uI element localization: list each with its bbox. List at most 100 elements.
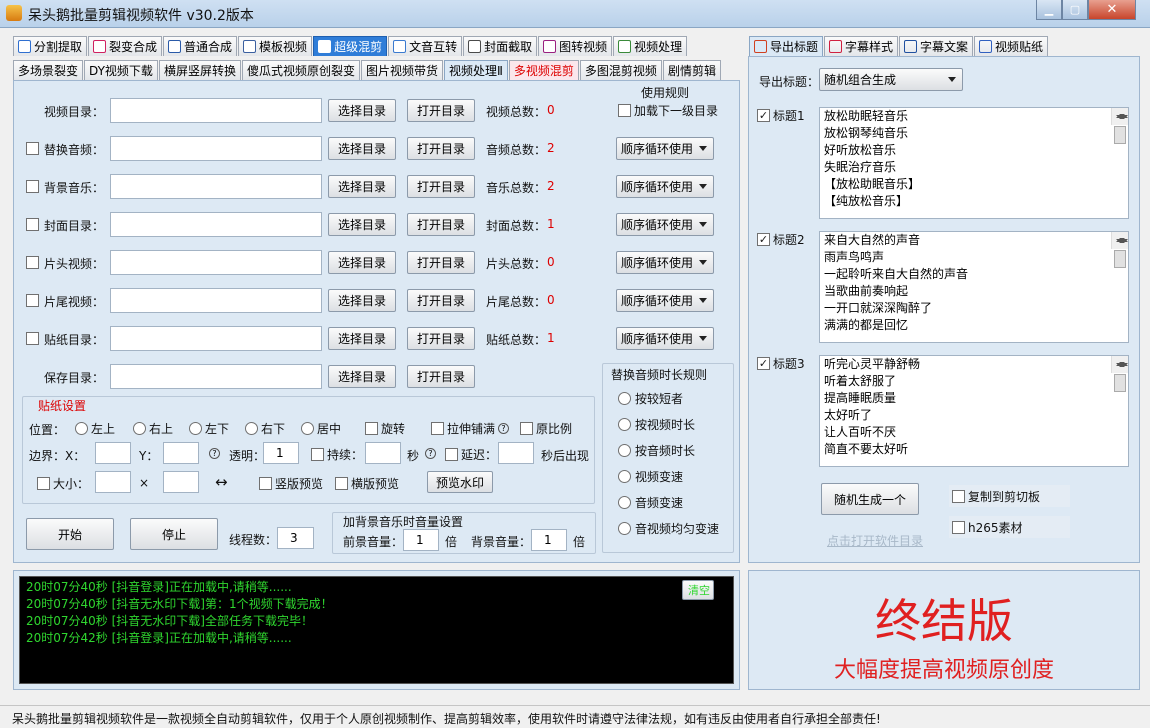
open-software-dir-link[interactable]: 点击打开软件目录 xyxy=(827,532,923,549)
select-dir-button[interactable]: 选择目录 xyxy=(328,289,396,312)
dir-path-input[interactable] xyxy=(110,98,322,123)
maximize-button[interactable]: ▢ xyxy=(1062,0,1088,20)
help-icon[interactable]: ? xyxy=(498,423,510,434)
title-list-item[interactable]: 雨声鸟鸣声 xyxy=(820,249,1128,266)
load-sub-dir-checkbox[interactable] xyxy=(618,104,631,117)
rotate-option[interactable]: 旋转 xyxy=(365,420,405,437)
sub-tab-7[interactable]: 多图混剪视频 xyxy=(579,60,662,80)
sub-tab-3[interactable]: 傻瓜式视频原创裂变 xyxy=(241,60,360,80)
swap-icon[interactable]: ↔ xyxy=(215,473,228,491)
position-option[interactable]: 左上 xyxy=(75,420,115,437)
usage-rule-select[interactable]: 顺序循环使用 xyxy=(616,251,714,274)
title-list[interactable]: 听完心灵平静舒畅 听着太舒服了 提高睡眠质量 太好听了 让人百听不厌 简直不要太好听 xyxy=(819,355,1129,467)
dir-path-input[interactable] xyxy=(110,326,322,351)
title-list[interactable]: 放松助眠轻音乐 放松钢琴纯音乐 好听放松音乐 失眠治疗音乐 【放松助眠音乐】 【纯放松音乐… xyxy=(819,107,1129,219)
open-dir-button[interactable]: 打开目录 xyxy=(407,175,475,198)
sub-tab-1[interactable]: DY视频下载 xyxy=(84,60,158,80)
usage-rule-select[interactable]: 顺序循环使用 xyxy=(616,327,714,350)
copy-clipboard-option[interactable]: 复制到剪切板 xyxy=(949,485,1070,507)
title-list-item[interactable]: 【放松助眠音乐】 xyxy=(820,176,1128,193)
title-list-item[interactable]: 太好听了 xyxy=(820,407,1128,424)
audio-rule-option[interactable]: 按音频时长 xyxy=(618,442,695,459)
title-checkbox[interactable] xyxy=(757,357,770,370)
title-list-item[interactable]: 提高睡眠质量 xyxy=(820,390,1128,407)
stretch-option[interactable]: 拉伸铺满? xyxy=(431,420,510,437)
position-radio[interactable] xyxy=(301,422,314,435)
dir-path-input[interactable] xyxy=(110,288,322,313)
vertical-preview-checkbox[interactable] xyxy=(259,477,272,490)
dir-path-input[interactable] xyxy=(110,250,322,275)
start-button[interactable]: 开始 xyxy=(26,518,114,550)
fg-volume-input[interactable]: 1 xyxy=(403,529,439,551)
right-tab-0[interactable]: 导出标题 xyxy=(749,36,824,56)
select-dir-button[interactable]: 选择目录 xyxy=(328,213,396,236)
audio-rule-radio[interactable] xyxy=(618,418,631,431)
row-checkbox[interactable] xyxy=(26,142,39,155)
open-dir-button[interactable]: 打开目录 xyxy=(407,327,475,350)
scroll-thumb[interactable] xyxy=(1114,374,1126,392)
ratio-option[interactable]: 原比例 xyxy=(520,420,572,437)
title-list-item[interactable]: 放松助眠轻音乐 xyxy=(820,108,1128,125)
main-tab-4[interactable]: 超级混剪 xyxy=(313,36,388,56)
help-icon[interactable]: ? xyxy=(425,448,436,459)
title-option[interactable]: 标题1 xyxy=(757,107,805,124)
random-generate-button[interactable]: 随机生成一个 xyxy=(821,483,919,515)
h265-option[interactable]: h265素材 xyxy=(949,516,1070,538)
open-dir-button[interactable]: 打开目录 xyxy=(407,99,475,122)
dir-path-input[interactable] xyxy=(110,174,322,199)
main-tab-6[interactable]: 封面截取 xyxy=(463,36,538,56)
audio-rule-radio[interactable] xyxy=(618,444,631,457)
title-list[interactable]: 来自大自然的声音 雨声鸟鸣声 一起聆听来自大自然的声音 当歌曲前奏响起 一开口就深深陶醉… xyxy=(819,231,1129,343)
select-dir-button[interactable]: 选择目录 xyxy=(328,327,396,350)
title-list-item[interactable]: 放松钢琴纯音乐 xyxy=(820,125,1128,142)
title-list-item[interactable]: 一开口就深深陶醉了 xyxy=(820,300,1128,317)
title-list-item[interactable]: 一起聆听来自大自然的声音 xyxy=(820,266,1128,283)
stretch-checkbox[interactable] xyxy=(431,422,444,435)
sub-tab-4[interactable]: 图片视频带货 xyxy=(360,60,443,80)
row-checkbox[interactable] xyxy=(26,332,39,345)
h265-checkbox[interactable] xyxy=(952,520,965,534)
dir-path-input[interactable] xyxy=(110,364,322,389)
title-checkbox[interactable] xyxy=(757,233,770,246)
main-tab-0[interactable]: 分割提取 xyxy=(13,36,88,56)
select-dir-button[interactable]: 选择目录 xyxy=(328,175,396,198)
audio-rule-option[interactable]: 音视频均匀变速 xyxy=(618,520,719,537)
open-dir-button[interactable]: 打开目录 xyxy=(407,365,475,388)
close-button[interactable]: ✕ xyxy=(1088,0,1136,20)
vertical-preview-option[interactable]: 竖版预览 xyxy=(259,475,323,492)
scroll-thumb[interactable] xyxy=(1114,126,1126,144)
open-dir-button[interactable]: 打开目录 xyxy=(407,213,475,236)
size-checkbox[interactable] xyxy=(37,477,50,490)
row-checkbox[interactable] xyxy=(26,218,39,231)
position-radio[interactable] xyxy=(75,422,88,435)
sub-tab-8[interactable]: 剧情剪辑 xyxy=(662,60,721,80)
sub-tab-6[interactable]: 多视频混剪 xyxy=(508,60,579,80)
preview-watermark-button[interactable]: 预览水印 xyxy=(427,471,493,493)
audio-rule-option[interactable]: 视频变速 xyxy=(618,468,683,485)
horizontal-preview-checkbox[interactable] xyxy=(335,477,348,490)
sub-tab-5[interactable]: 视频处理Ⅱ xyxy=(443,60,508,80)
delay-input[interactable] xyxy=(498,442,534,464)
audio-rule-option[interactable]: 音频变速 xyxy=(618,494,683,511)
sub-tab-0[interactable]: 多场景裂变 xyxy=(13,60,84,80)
export-mode-select[interactable]: 随机组合生成 xyxy=(819,68,963,91)
row-checkbox[interactable] xyxy=(26,294,39,307)
scrollbar[interactable] xyxy=(1111,232,1128,268)
delay-checkbox[interactable] xyxy=(445,448,458,461)
position-option[interactable]: 左下 xyxy=(189,420,229,437)
audio-rule-radio[interactable] xyxy=(618,496,631,509)
main-tab-5[interactable]: 文音互转 xyxy=(388,36,463,56)
minimize-button[interactable]: ▁ xyxy=(1036,0,1062,20)
open-dir-button[interactable]: 打开目录 xyxy=(407,137,475,160)
main-tab-7[interactable]: 图转视频 xyxy=(538,36,613,56)
main-tab-3[interactable]: 模板视频 xyxy=(238,36,313,56)
size-width-input[interactable] xyxy=(95,471,131,493)
position-radio[interactable] xyxy=(245,422,258,435)
position-option[interactable]: 居中 xyxy=(301,420,341,437)
right-tab-1[interactable]: 字幕样式 xyxy=(824,36,899,56)
title-list-item[interactable]: 当歌曲前奏响起 xyxy=(820,283,1128,300)
title-list-item[interactable]: 失眠治疗音乐 xyxy=(820,159,1128,176)
usage-rule-select[interactable]: 顺序循环使用 xyxy=(616,289,714,312)
open-dir-button[interactable]: 打开目录 xyxy=(407,251,475,274)
ratio-checkbox[interactable] xyxy=(520,422,533,435)
